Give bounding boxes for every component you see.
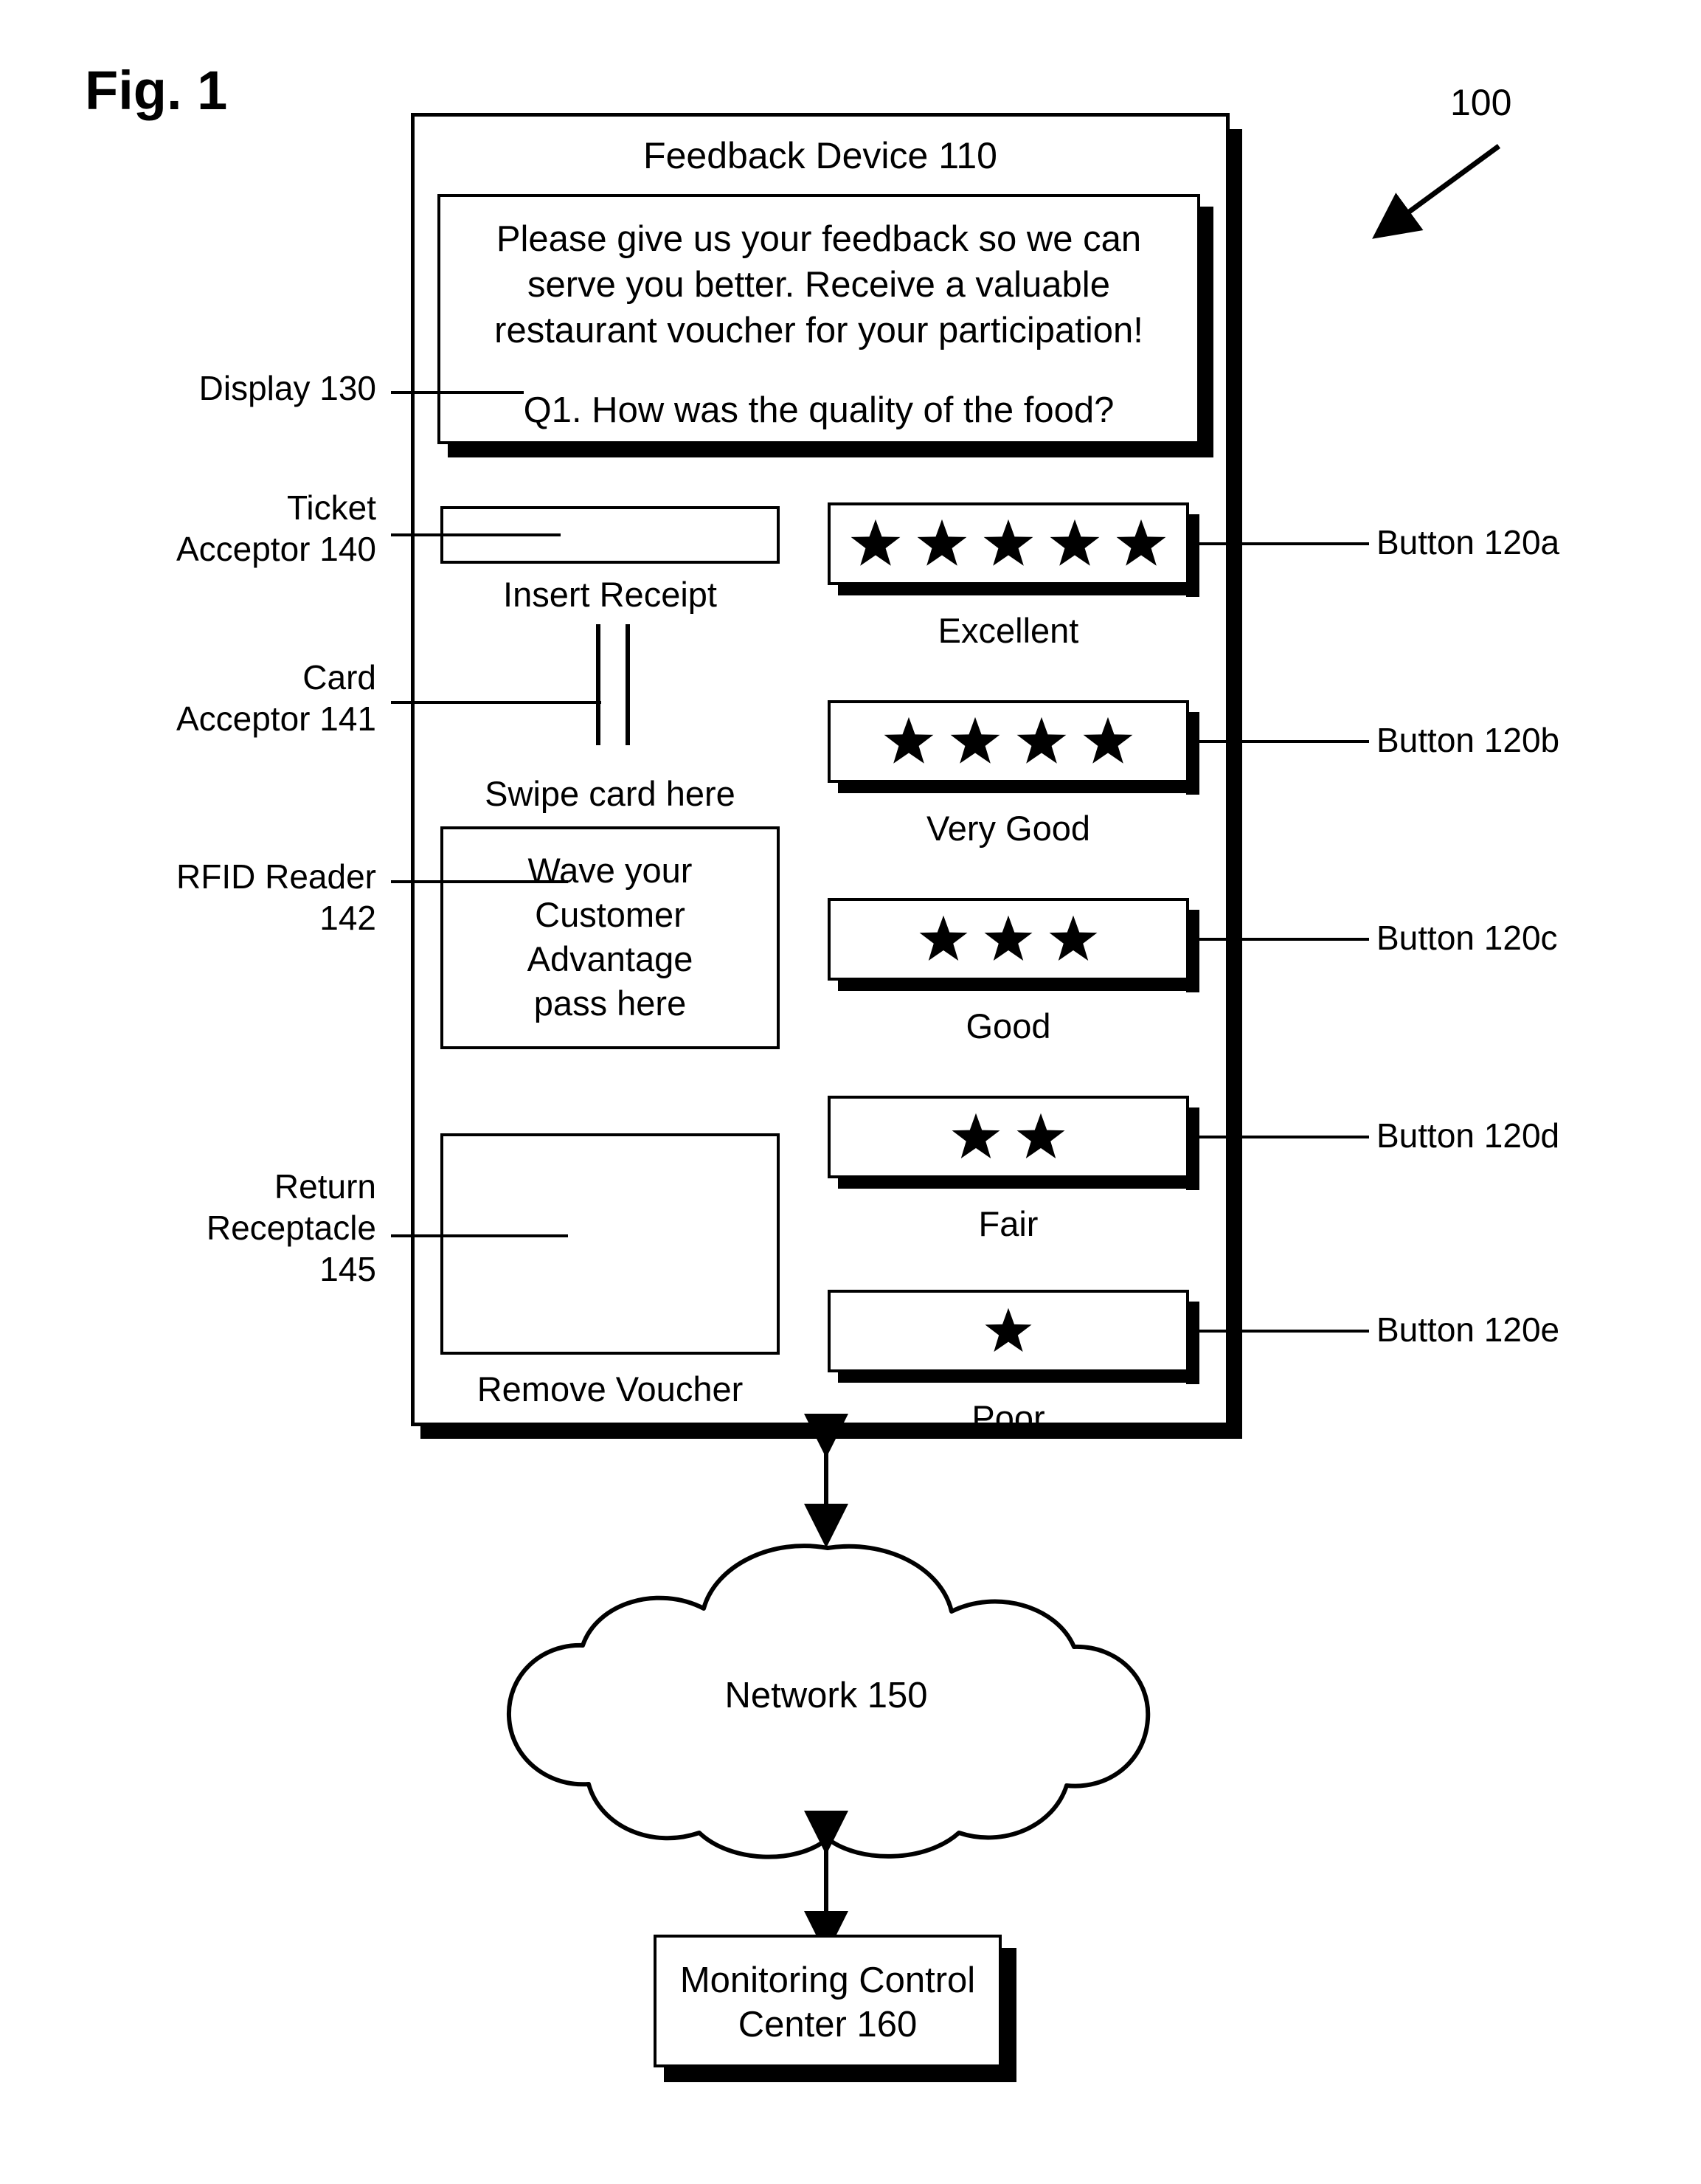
rfid-reader-leader-line [391,880,568,883]
star-icon [982,517,1035,570]
rfid-reader-text: Wave your Customer Advantage pass here [527,851,693,1023]
rating-button-leader-line [1199,938,1369,941]
rating-button-reference-label: Button 120e [1376,1310,1560,1349]
rating-button-reference-label: Button 120d [1376,1116,1560,1155]
rfid-reader-label: RFID Reader 142 [176,857,376,937]
display-shadow-bottom [448,444,1213,457]
rating-button-reference-label: Button 120a [1376,523,1560,561]
card-acceptor-leader-line [391,701,601,704]
device-title: Feedback Device 110 [643,135,997,176]
mcc-shadow-bottom [664,2067,1016,2082]
star-rating-icons [831,1099,1186,1175]
star-rating-icons [831,703,1186,780]
monitoring-control-center-label: Monitoring Control Center 160 [679,1960,976,2045]
star-icon [950,1111,1002,1163]
return-receptacle-label: Return Receptacle 145 [206,1167,376,1288]
rating-button-leader-line [1199,1136,1369,1138]
rating-button-leader-line [1199,740,1369,743]
star-icon [915,517,969,570]
card-swipe-rail-left [596,624,600,745]
display-intro-text: Please give us your feedback so we can s… [494,219,1143,350]
card-swipe-rail-right [626,624,630,745]
star-icon [849,517,902,570]
patent-figure-canvas: Fig. 1 100 Feedback Device 110 Please gi… [0,0,1701,2184]
star-icon [1047,913,1099,965]
rating-button-very-good[interactable] [828,700,1189,783]
rating-button-caption: Good [966,1006,1051,1046]
star-icon [918,913,969,965]
rating-button-leader-line [1199,1330,1369,1333]
star-icon [1015,715,1068,768]
card-acceptor-label: Card Acceptor 141 [176,658,376,738]
network-label: Network 150 [724,1676,928,1715]
star-icon [1015,1111,1067,1163]
star-rating-icons [831,1293,1186,1369]
star-icon [1115,517,1168,570]
star-icon [882,715,935,768]
monitoring-control-center-box: Monitoring Control Center 160 [654,1935,1002,2067]
star-icon [1081,715,1134,768]
star-icon [949,715,1002,768]
display-screen: Please give us your feedback so we can s… [437,194,1200,444]
figure-title: Fig. 1 [85,60,228,121]
star-icon [983,1306,1033,1356]
return-receptacle-bin[interactable] [440,1133,780,1355]
rating-button-poor[interactable] [828,1290,1189,1372]
ticket-acceptor-caption: Insert Receipt [503,575,717,614]
system-numeral-arrow-icon [1357,140,1505,243]
rating-button-caption: Poor [971,1398,1045,1437]
ticket-acceptor-label: Ticket Acceptor 140 [176,488,376,568]
return-receptacle-caption: Remove Voucher [477,1369,744,1409]
star-icon [1048,517,1101,570]
rating-button-reference-label: Button 120b [1376,721,1560,759]
display-label: Display 130 [198,369,376,407]
rating-button-caption: Fair [978,1204,1039,1243]
display-leader-line [391,391,524,394]
star-rating-icons [831,901,1186,978]
mcc-shadow-right [1002,1948,1016,2081]
rating-button-fair[interactable] [828,1096,1189,1178]
rating-button-leader-line [1199,542,1369,545]
rfid-reader-pad[interactable]: Wave your Customer Advantage pass here [440,826,780,1049]
star-icon [983,913,1034,965]
system-numeral-100: 100 [1450,82,1512,123]
display-question-text: Q1. How was the quality of the food? [523,390,1115,430]
card-acceptor-caption: Swipe card here [485,774,735,813]
rating-button-good[interactable] [828,898,1189,981]
ticket-acceptor-leader-line [391,533,561,536]
star-rating-icons [831,505,1186,582]
rating-button-excellent[interactable] [828,502,1189,585]
rating-button-caption: Very Good [926,809,1091,848]
rating-button-reference-label: Button 120c [1376,919,1558,957]
rating-button-caption: Excellent [938,611,1079,650]
return-receptacle-leader-line [391,1234,568,1237]
display-shadow-right [1200,207,1213,457]
